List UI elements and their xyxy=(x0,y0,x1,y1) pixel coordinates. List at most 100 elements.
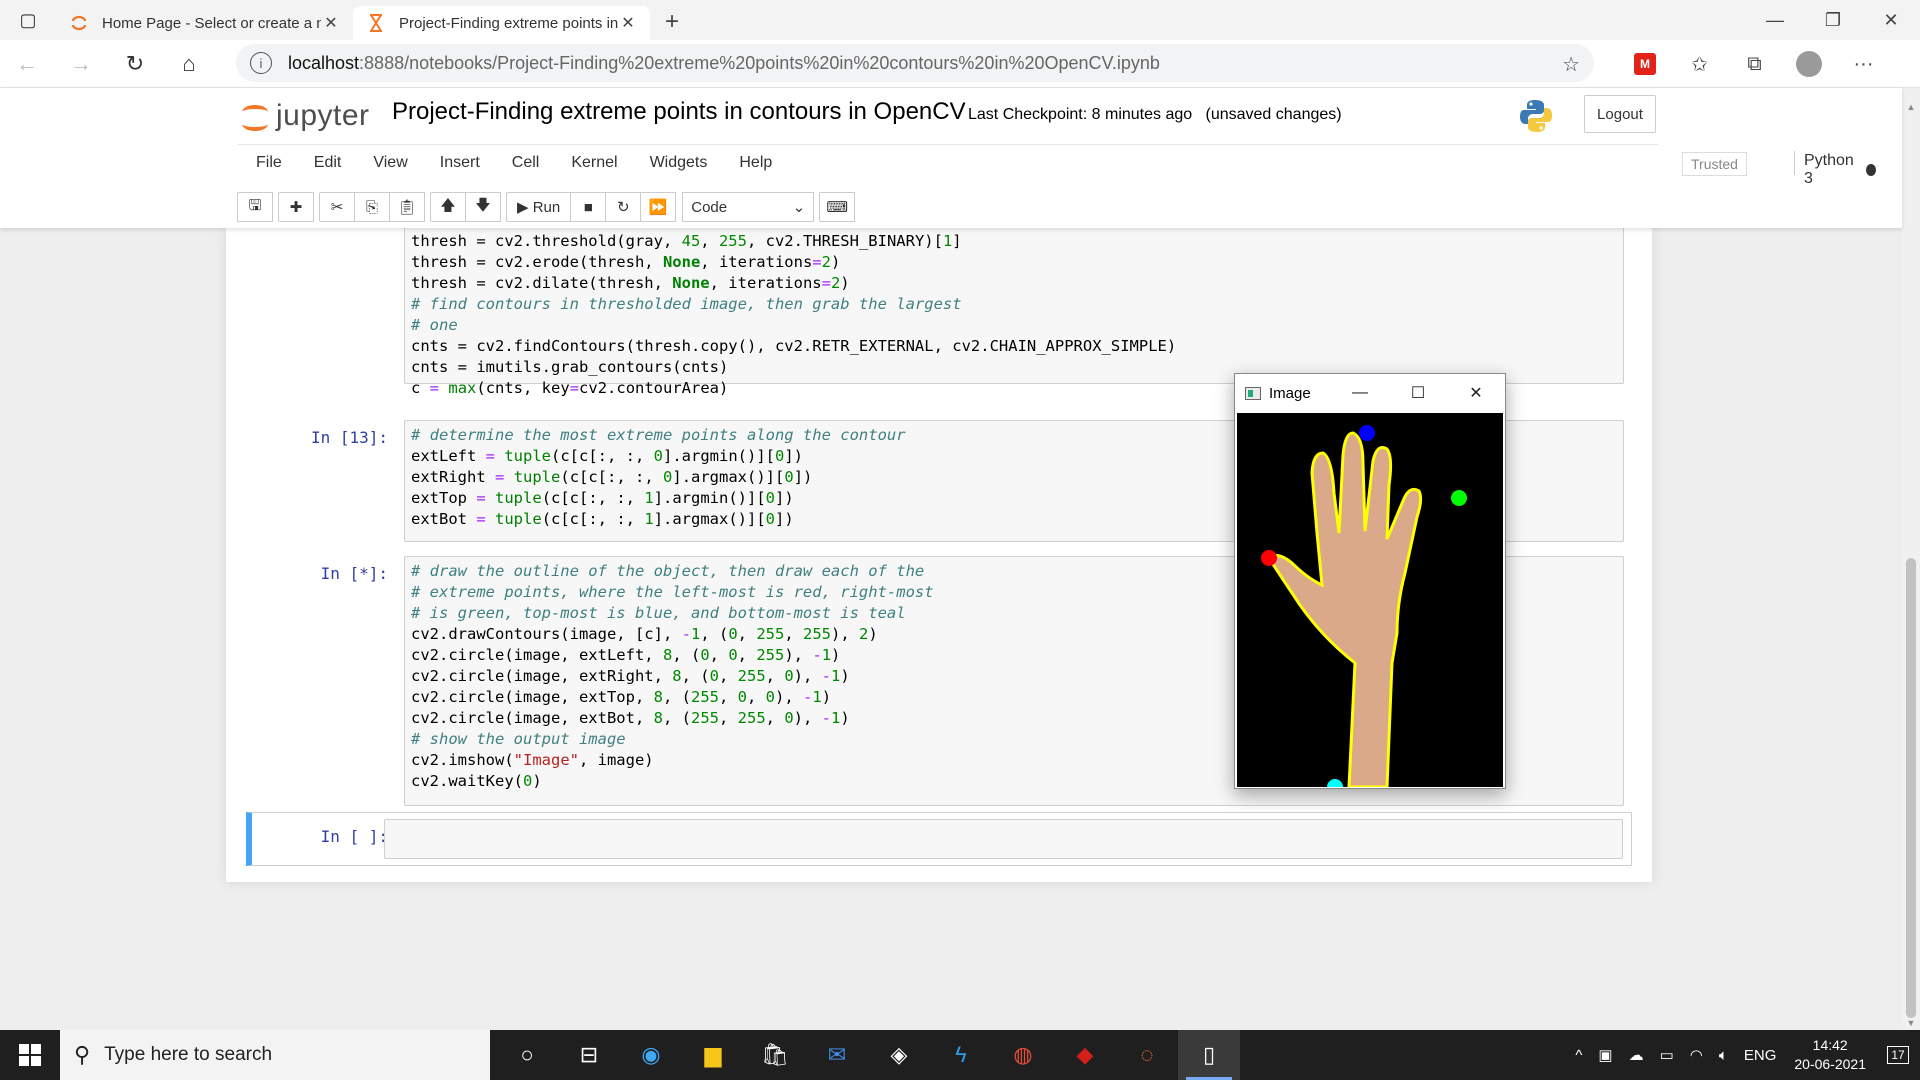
chrome-icon[interactable]: ◍ xyxy=(992,1030,1054,1080)
cell-type-select[interactable]: Code ⌄ xyxy=(682,192,815,222)
document-app-icon[interactable]: ▯ xyxy=(1178,1030,1240,1080)
hand-contour xyxy=(1267,431,1423,787)
cell-prompt: In [*]: xyxy=(320,564,388,583)
extreme-right-point xyxy=(1451,490,1467,506)
minimize-icon[interactable]: — xyxy=(1746,0,1804,40)
tab-close-icon[interactable]: ✕ xyxy=(618,13,638,33)
scroll-up-icon[interactable]: ▲ xyxy=(1902,102,1920,112)
dropbox-icon[interactable]: ◈ xyxy=(868,1030,930,1080)
move-down-icon[interactable]: 🡇 xyxy=(465,192,501,222)
cell-input[interactable] xyxy=(384,819,1623,859)
minimize-icon[interactable]: — xyxy=(1331,374,1389,412)
file-explorer-icon[interactable]: ▆ xyxy=(682,1030,744,1080)
menu-insert[interactable]: Insert xyxy=(424,145,496,181)
close-icon[interactable]: ✕ xyxy=(1447,374,1505,412)
menu-widgets[interactable]: Widgets xyxy=(634,145,724,181)
restore-icon[interactable]: ❐ xyxy=(1804,0,1862,40)
tab-title: Home Page - Select or create a n xyxy=(102,14,321,32)
search-placeholder: Type here to search xyxy=(104,1044,273,1065)
checkpoint-status: Last Checkpoint: 8 minutes ago (unsaved … xyxy=(968,106,1342,124)
language-indicator[interactable]: ENG xyxy=(1736,1047,1785,1064)
tab-notebook[interactable]: Project-Finding extreme points in ✕ xyxy=(353,6,650,40)
interrupt-icon[interactable]: ■ xyxy=(570,192,607,222)
notification-center-icon[interactable]: 17 xyxy=(1876,1030,1920,1080)
cortana-icon[interactable]: ○ xyxy=(496,1030,558,1080)
extreme-top-point xyxy=(1359,425,1375,441)
page-scrollbar[interactable]: ▲ ▼ xyxy=(1902,88,1920,1030)
copy-icon[interactable]: ⎘ xyxy=(354,192,390,222)
close-window-icon[interactable]: ✕ xyxy=(1862,0,1920,40)
image-window-icon xyxy=(1245,386,1261,400)
scroll-thumb[interactable] xyxy=(1906,558,1916,1018)
info-icon[interactable]: i xyxy=(250,52,272,74)
image-window-titlebar[interactable]: Image — ☐ ✕ xyxy=(1235,374,1505,412)
cut-icon[interactable]: ✂ xyxy=(319,192,355,222)
unsaved-changes: (unsaved changes) xyxy=(1205,106,1342,123)
back-icon[interactable]: ← xyxy=(0,40,54,88)
show-hidden-icons-icon[interactable]: ^ xyxy=(1567,1047,1590,1064)
task-view-icon[interactable]: ⊟ xyxy=(558,1030,620,1080)
vscode-icon[interactable]: ϟ xyxy=(930,1030,992,1080)
url-field[interactable]: i localhost:8888/notebooks/Project-Findi… xyxy=(236,44,1594,82)
menu-cell[interactable]: Cell xyxy=(496,145,556,181)
favorites-icon[interactable]: ✩ xyxy=(1672,52,1727,77)
notebook-toolbar: 🖫 ✚ ✂ ⎘ 📋︎ 🡅 🡇 ▶ Run ■ ↻ ⏩ Code ⌄ ⌨ xyxy=(237,192,861,222)
code-line: cnts = cv2.findContours(thresh.copy(), c… xyxy=(411,337,1177,355)
collections-icon[interactable]: ⧉ xyxy=(1727,53,1782,76)
image-window[interactable]: Image — ☐ ✕ xyxy=(1234,373,1506,789)
maximize-icon[interactable]: ☐ xyxy=(1389,374,1447,412)
volume-icon[interactable]: 🔈︎ xyxy=(1711,1047,1736,1064)
move-up-icon[interactable]: 🡅 xyxy=(430,192,466,222)
trusted-indicator[interactable]: Trusted xyxy=(1682,152,1747,176)
edge-browser-icon[interactable]: ◉ xyxy=(620,1030,682,1080)
menu-edit[interactable]: Edit xyxy=(298,145,358,181)
logout-button[interactable]: Logout xyxy=(1584,95,1656,133)
cell-prompt: In [13]: xyxy=(310,428,388,447)
meet-now-icon[interactable]: ▣ xyxy=(1590,1046,1620,1064)
battery-icon[interactable]: ▭ xyxy=(1652,1046,1682,1064)
notebook-title[interactable]: Project-Finding extreme points in contou… xyxy=(392,98,966,126)
taskbar-clock[interactable]: 14:42 20-06-2021 xyxy=(1784,1036,1876,1074)
restart-run-all-icon[interactable]: ⏩ xyxy=(640,192,677,222)
refresh-icon[interactable]: ↻ xyxy=(108,40,162,88)
save-icon[interactable]: 🖫 xyxy=(237,192,273,222)
windows-start-icon[interactable] xyxy=(0,1030,60,1080)
clock-date: 20-06-2021 xyxy=(1794,1056,1866,1072)
forward-icon[interactable]: → xyxy=(54,40,108,88)
scroll-down-icon[interactable]: ▼ xyxy=(1902,1018,1920,1028)
cell-input[interactable]: thresh = cv2.threshold(gray, 45, 255, cv… xyxy=(404,228,1624,397)
hand-contour-drawing xyxy=(1261,425,1467,787)
menu-file[interactable]: File xyxy=(238,145,298,181)
code-line: thresh = cv2.threshold(gray, 45, 255, cv… xyxy=(411,232,962,250)
checkpoint-label: Last Checkpoint: xyxy=(968,106,1088,123)
home-icon[interactable]: ⌂ xyxy=(162,40,216,88)
wifi-icon[interactable]: ◠ xyxy=(1682,1046,1711,1064)
run-button[interactable]: ▶ Run xyxy=(506,192,572,222)
new-tab-button[interactable]: + xyxy=(650,8,694,36)
store-icon[interactable]: 🛍︎ xyxy=(744,1030,806,1080)
taskbar-apps: ○ ⊟ ◉ ▆ 🛍︎ ✉ ◈ ϟ ◍ ◆ ◌ ▯ xyxy=(496,1030,1240,1080)
onedrive-icon[interactable]: ☁ xyxy=(1621,1046,1652,1064)
profile-avatar[interactable] xyxy=(1796,51,1822,77)
mcafee-icon[interactable]: ◆ xyxy=(1054,1030,1116,1080)
tab-home-page[interactable]: Home Page - Select or create a n ✕ xyxy=(56,6,353,40)
menu-view[interactable]: View xyxy=(357,145,423,181)
code-cell[interactable]: thresh = cv2.threshold(gray, 45, 255, cv… xyxy=(246,228,1632,397)
tab-actions-icon[interactable]: ▢ xyxy=(0,0,56,40)
command-palette-icon[interactable]: ⌨ xyxy=(819,192,856,222)
mail-icon[interactable]: ✉ xyxy=(806,1030,868,1080)
mcafee-extension-icon[interactable]: M xyxy=(1634,53,1656,75)
checkpoint-time: 8 minutes ago xyxy=(1091,106,1193,123)
jupyter-logo[interactable]: jupyter xyxy=(240,96,370,136)
jupyter-app-icon[interactable]: ◌ xyxy=(1116,1030,1178,1080)
more-menu-icon[interactable]: ··· xyxy=(1836,53,1891,76)
paste-icon[interactable]: 📋︎ xyxy=(389,192,425,222)
add-favorite-icon[interactable]: ☆ xyxy=(1562,52,1580,77)
taskbar-search-box[interactable]: ⚲ Type here to search xyxy=(60,1030,490,1080)
menu-kernel[interactable]: Kernel xyxy=(555,145,633,181)
insert-cell-icon[interactable]: ✚ xyxy=(278,192,314,222)
tab-close-icon[interactable]: ✕ xyxy=(321,13,341,33)
menu-help[interactable]: Help xyxy=(723,145,788,181)
code-cell-selected[interactable]: In [ ]: xyxy=(246,812,1632,866)
restart-icon[interactable]: ↻ xyxy=(605,192,642,222)
